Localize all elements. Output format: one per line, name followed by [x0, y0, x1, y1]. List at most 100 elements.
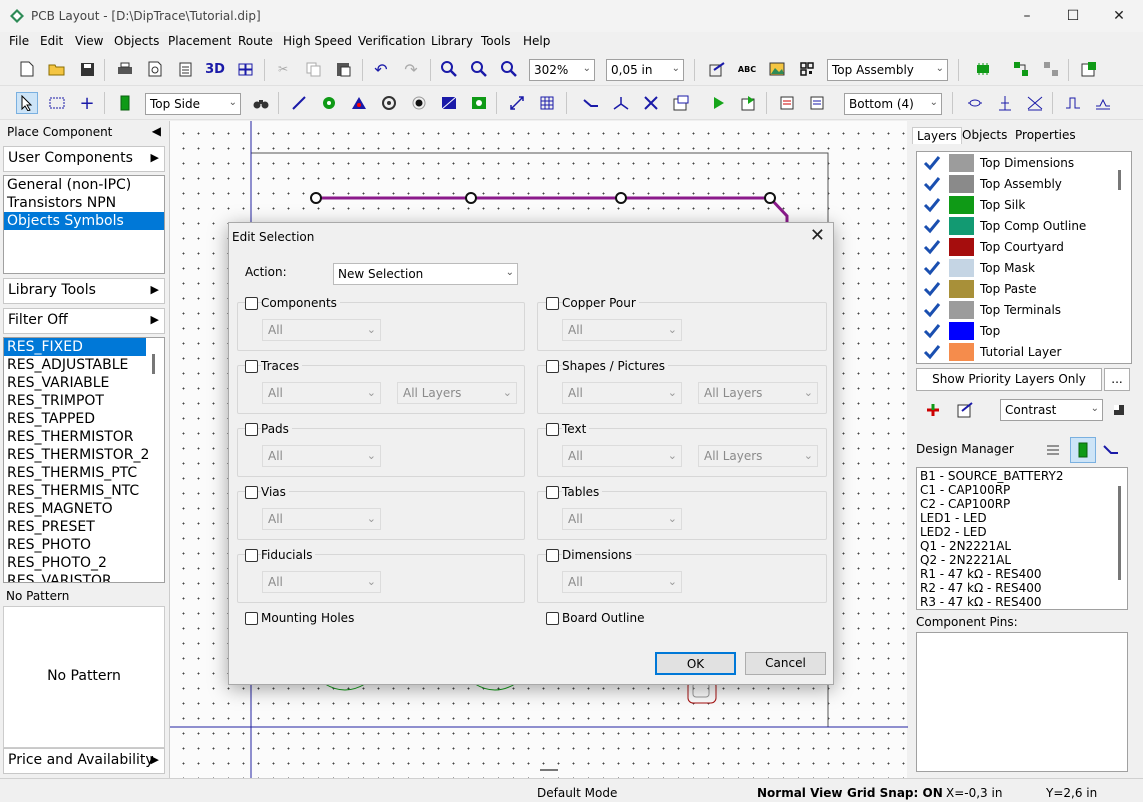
pointer-tool-icon[interactable]: [16, 92, 38, 114]
table-icon[interactable]: [536, 92, 558, 114]
checkmark-icon[interactable]: [923, 197, 941, 213]
net-disconnect-icon[interactable]: [1040, 58, 1062, 80]
dm-list-item[interactable]: B1 - SOURCE_BATTERY2: [920, 469, 1124, 483]
copper-pour-icon[interactable]: [438, 92, 460, 114]
component-item[interactable]: RES_MAGNETO: [4, 500, 164, 518]
menu-view[interactable]: View: [75, 34, 103, 48]
group-checkbox[interactable]: [546, 549, 559, 562]
view-layer-combo[interactable]: Top Assembly ⌄: [827, 59, 948, 81]
menu-help[interactable]: Help: [523, 34, 550, 48]
route-trace-icon[interactable]: [288, 92, 310, 114]
zoom-out-icon[interactable]: [468, 58, 490, 80]
zoom-combo[interactable]: 302% ⌄: [529, 59, 595, 81]
report-icon[interactable]: [174, 58, 196, 80]
select-area-icon[interactable]: [46, 92, 68, 114]
grid-size-combo[interactable]: 0,05 in ⌄: [606, 59, 684, 81]
net-connect-icon[interactable]: [1010, 58, 1032, 80]
filter-button[interactable]: Filter Off ▶: [3, 308, 165, 334]
measure-icon[interactable]: [506, 92, 528, 114]
component-list[interactable]: RES_FIXED RES_ADJUSTABLE RES_VARIABLE RE…: [3, 337, 165, 583]
layer-color-swatch[interactable]: [949, 301, 974, 319]
layer-filter-combo[interactable]: All Layers ⌄: [698, 382, 818, 404]
properties-icon[interactable]: [1078, 58, 1100, 80]
layer-row[interactable]: Tutorial Layer: [917, 341, 1111, 362]
copy-icon[interactable]: [302, 58, 324, 80]
show-priority-layers-button[interactable]: Show Priority Layers Only: [916, 368, 1102, 391]
picture-icon[interactable]: [766, 58, 788, 80]
3d-preview-button[interactable]: 3D: [204, 58, 226, 80]
menu-objects[interactable]: Objects: [114, 34, 159, 48]
group-checkbox[interactable]: [245, 612, 258, 625]
text-abc-icon[interactable]: ABC: [736, 58, 758, 80]
type-filter-combo[interactable]: All ⌄: [562, 508, 682, 530]
layers-scrollbar-thumb[interactable]: [1118, 170, 1121, 190]
crosshair-icon[interactable]: +: [76, 92, 98, 114]
price-availability-button[interactable]: Price and Availability ▶: [3, 748, 165, 774]
undo-icon[interactable]: ↶: [370, 58, 392, 80]
layer-color-swatch[interactable]: [949, 238, 974, 256]
menu-placement[interactable]: Placement: [168, 34, 231, 48]
place-component-icon[interactable]: [114, 92, 136, 114]
board-icon[interactable]: [468, 92, 490, 114]
component-item[interactable]: RES_THERMISTOR_2: [4, 446, 164, 464]
type-filter-combo[interactable]: All ⌄: [262, 508, 381, 530]
list-scrollbar-thumb[interactable]: [152, 354, 155, 374]
redo-icon[interactable]: ↷: [400, 58, 422, 80]
cancel-button[interactable]: Cancel: [745, 652, 826, 675]
route-tree-icon[interactable]: [994, 92, 1016, 114]
group-checkbox[interactable]: [245, 297, 258, 310]
layer-row[interactable]: Top Silk: [917, 194, 1111, 215]
dm-list-item[interactable]: LED2 - LED: [920, 525, 1124, 539]
print-preview-icon[interactable]: [144, 58, 166, 80]
zoom-in-icon[interactable]: [438, 58, 460, 80]
ok-button[interactable]: OK: [655, 652, 736, 675]
layer-row[interactable]: Top Paste: [917, 278, 1111, 299]
user-components-button[interactable]: User Components ▶: [3, 146, 165, 172]
group-checkbox[interactable]: [245, 360, 258, 373]
qr-code-icon[interactable]: [796, 58, 818, 80]
route-layer-combo[interactable]: Bottom (4) ⌄: [844, 93, 942, 115]
layer-color-swatch[interactable]: [949, 280, 974, 298]
library-item[interactable]: Transistors NPN: [4, 194, 164, 212]
design-manager-list[interactable]: B1 - SOURCE_BATTERY2 C1 - CAP100RP C2 - CA…: [916, 467, 1128, 610]
type-filter-combo[interactable]: All ⌄: [562, 382, 682, 404]
minimize-button[interactable]: –: [1004, 0, 1050, 32]
dm-list-item[interactable]: Q1 - 2N2221AL: [920, 539, 1124, 553]
component-item[interactable]: RES_VARIABLE: [4, 374, 164, 392]
group-checkbox[interactable]: [546, 360, 559, 373]
zoom-fit-icon[interactable]: [498, 58, 520, 80]
library-tools-button[interactable]: Library Tools ▶: [3, 278, 165, 304]
save-icon[interactable]: [76, 58, 98, 80]
checkmark-icon[interactable]: [923, 323, 941, 339]
layer-color-swatch[interactable]: [949, 154, 974, 172]
layers-list[interactable]: Top Dimensions Top Assembly Top Silk Top Co…: [916, 151, 1132, 364]
autoroute-icon[interactable]: [580, 92, 602, 114]
more-options-button[interactable]: ...: [1104, 368, 1130, 391]
menu-file[interactable]: File: [9, 34, 29, 48]
tab-objects[interactable]: Objects: [958, 127, 1011, 143]
group-checkbox[interactable]: [546, 423, 559, 436]
diff-pair-icon[interactable]: [1092, 92, 1114, 114]
contrast-settings-icon[interactable]: [1108, 399, 1130, 421]
group-checkbox[interactable]: [245, 423, 258, 436]
fanout-icon[interactable]: [610, 92, 632, 114]
route-setup-icon[interactable]: [670, 92, 692, 114]
action-combo[interactable]: New Selection ⌄: [333, 263, 518, 285]
layer-row[interactable]: Top Terminals: [917, 299, 1111, 320]
type-filter-combo[interactable]: All ⌄: [262, 445, 381, 467]
length-match-icon[interactable]: [1062, 92, 1084, 114]
layer-row[interactable]: Top Assembly: [917, 173, 1111, 194]
maximize-button[interactable]: ☐: [1050, 0, 1096, 32]
group-checkbox[interactable]: [245, 486, 258, 499]
checkmark-icon[interactable]: [923, 344, 941, 360]
binoculars-icon[interactable]: [250, 92, 272, 114]
library-item[interactable]: General (non-IPC): [4, 176, 164, 194]
group-checkbox[interactable]: [245, 549, 258, 562]
cut-icon[interactable]: ✂: [272, 58, 294, 80]
type-filter-combo[interactable]: All ⌄: [262, 319, 381, 341]
tab-properties[interactable]: Properties: [1011, 127, 1080, 143]
menu-edit[interactable]: Edit: [40, 34, 63, 48]
run-current-icon[interactable]: [738, 92, 760, 114]
layer-row[interactable]: Top Comp Outline: [917, 215, 1111, 236]
arc-mode-icon[interactable]: [964, 92, 986, 114]
